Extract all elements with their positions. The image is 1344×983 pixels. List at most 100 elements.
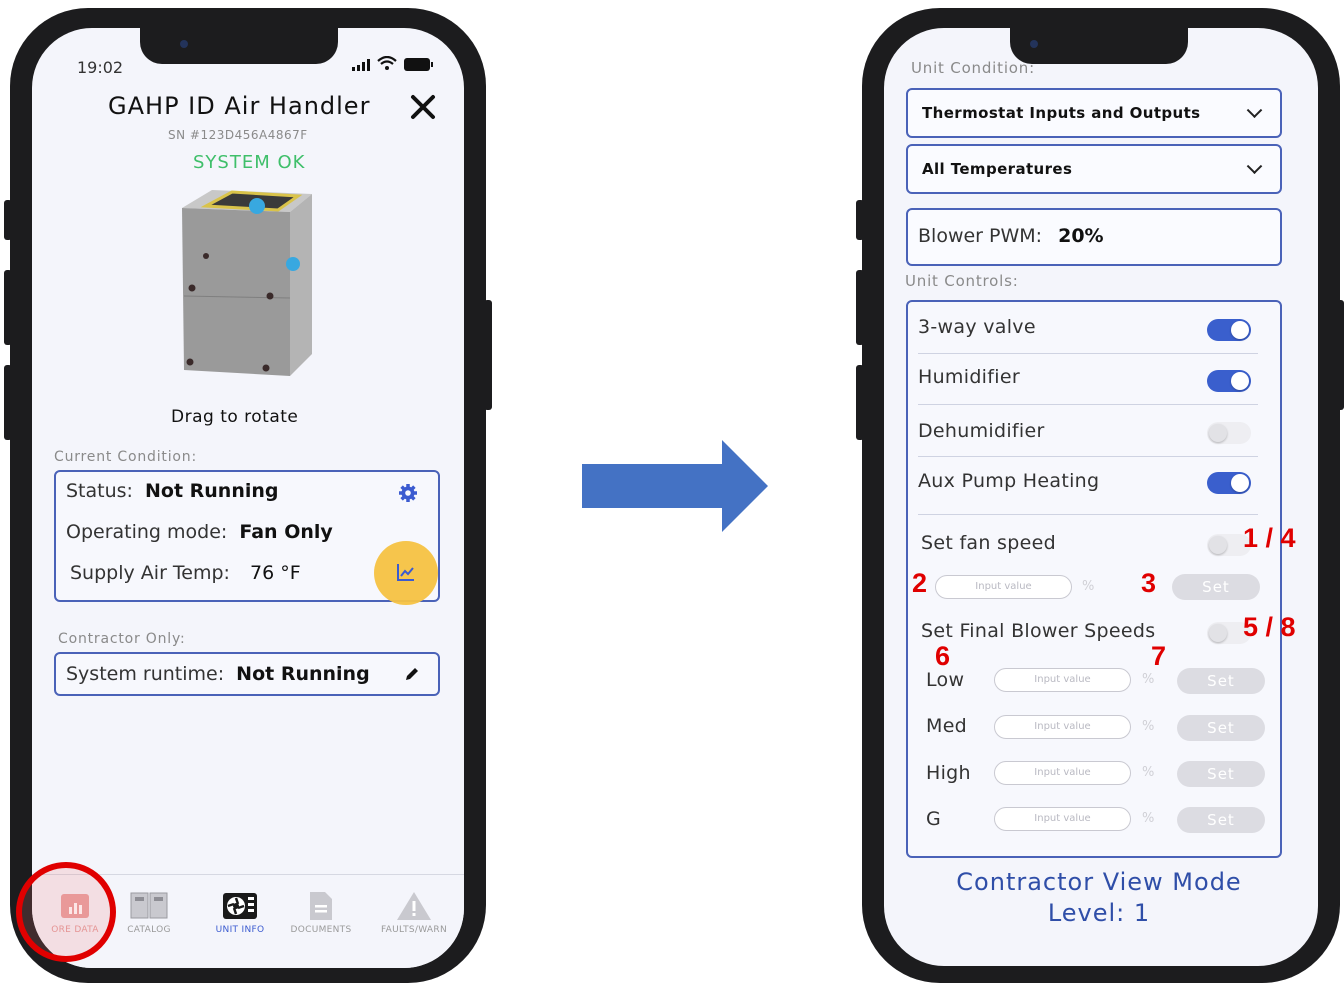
blower-pwm-value: 20% — [1058, 225, 1104, 247]
operating-mode-label: Operating mode: — [66, 521, 228, 543]
toggle-knob — [1231, 474, 1249, 492]
serial-number: SN #123D456A4867F — [168, 128, 308, 142]
supply-air-label: Supply Air Temp: — [70, 562, 230, 584]
current-condition-label: Current Condition: — [54, 449, 197, 465]
percent-sign: % — [1082, 579, 1095, 594]
status-label: Status: — [66, 480, 133, 502]
right-phone-screen: Unit Condition: Thermostat Inputs and Ou… — [884, 28, 1318, 966]
med-speed-set-button[interactable]: Set — [1177, 715, 1265, 741]
blower-pwm-label: Blower PWM: — [918, 225, 1043, 247]
left-phone-side-button — [4, 270, 12, 345]
toggle-label: Dehumidifier — [918, 420, 1045, 442]
system-status: SYSTEM OK — [193, 152, 306, 173]
tab-faults-warnings[interactable]: FAULTS/WARN — [370, 891, 458, 935]
speed-row-label: Low — [926, 669, 965, 691]
unit-controls-card: 3-way valve Humidifier Dehumidifier Aux … — [906, 300, 1282, 858]
high-speed-input[interactable]: Input value — [994, 761, 1131, 785]
low-speed-set-button[interactable]: Set — [1177, 668, 1265, 694]
document-icon — [310, 892, 332, 920]
tab-label: DOCUMENTS — [290, 925, 352, 935]
toggle-label: Humidifier — [918, 366, 1020, 388]
g-speed-input[interactable]: Input value — [994, 807, 1131, 831]
contractor-card: System runtime: Not Running — [54, 652, 440, 696]
status-time: 19:02 — [77, 58, 124, 77]
aux-pump-heating-toggle[interactable] — [1207, 472, 1251, 494]
high-speed-set-button[interactable]: Set — [1177, 761, 1265, 787]
signal-icon — [352, 59, 370, 71]
annotation-5-8: 5 / 8 — [1243, 612, 1296, 642]
gear-icon[interactable] — [398, 483, 418, 503]
close-icon[interactable] — [410, 94, 436, 120]
left-phone-side-button — [4, 200, 12, 240]
access-level: Level: 1 — [1047, 899, 1151, 927]
right-phone-side-button — [856, 365, 864, 440]
notch — [140, 28, 338, 64]
notch — [1010, 28, 1188, 64]
page-title: GAHP ID Air Handler — [108, 92, 371, 120]
divider — [918, 456, 1258, 457]
highlight-circle — [16, 862, 116, 962]
toggle-knob — [1231, 372, 1249, 390]
condition-select-1[interactable]: Thermostat Inputs and Outputs — [906, 88, 1282, 138]
tab-catalog[interactable]: CATALOG — [109, 891, 189, 935]
three-way-valve-toggle[interactable] — [1207, 319, 1251, 341]
condition-select-1-value: Thermostat Inputs and Outputs — [922, 104, 1201, 122]
low-speed-input[interactable]: Input value — [994, 668, 1131, 692]
runtime-value: Not Running — [236, 663, 370, 685]
unit-controls-label: Unit Controls: — [905, 272, 1019, 290]
set-fan-speed-label: Set fan speed — [921, 532, 1056, 554]
toggle-knob — [1209, 624, 1227, 642]
blower-pwm-box: Blower PWM: 20% — [906, 208, 1282, 266]
right-phone-side-button — [856, 200, 864, 240]
air-handler-3d-model[interactable] — [172, 178, 332, 393]
left-phone-screen: 19:02 GAHP ID Air Handler SN #123D456A48… — [32, 28, 464, 968]
toggle-knob — [1209, 536, 1227, 554]
unit-condition-label: Unit Condition: — [911, 59, 1035, 77]
speed-row-label: High — [926, 762, 971, 784]
right-phone-side-button — [856, 270, 864, 345]
chevron-down-icon — [1246, 102, 1263, 119]
tab-label: UNIT INFO — [215, 925, 265, 935]
med-speed-input[interactable]: Input value — [994, 715, 1131, 739]
current-condition-card: Status: Not Running Operating mode: Fan … — [54, 470, 440, 605]
tab-unit-info[interactable]: UNIT INFO — [200, 891, 280, 935]
fan-speed-input[interactable]: Input value — [935, 575, 1072, 599]
humidifier-toggle[interactable] — [1207, 370, 1251, 392]
supply-air-row: Supply Air Temp: 76 °F — [70, 562, 301, 584]
annotation-6: 6 — [935, 641, 951, 671]
percent-sign: % — [1142, 811, 1155, 826]
right-phone: Unit Condition: Thermostat Inputs and Ou… — [862, 8, 1340, 983]
percent-sign: % — [1142, 672, 1155, 687]
contractor-view-mode: Contractor View Mode — [956, 868, 1242, 896]
book-icon — [130, 892, 168, 919]
condition-select-2[interactable]: All Temperatures — [906, 144, 1282, 194]
g-speed-set-button[interactable]: Set — [1177, 807, 1265, 833]
front-camera-icon — [1030, 40, 1038, 48]
toggle-knob — [1209, 424, 1227, 442]
speed-row-label: G — [926, 808, 942, 830]
toggle-knob — [1231, 321, 1249, 339]
contractor-only-label: Contractor Only: — [58, 631, 186, 647]
dehumidifier-toggle[interactable] — [1207, 422, 1251, 444]
status-value: Not Running — [145, 480, 279, 502]
runtime-row: System runtime: Not Running — [66, 663, 370, 685]
percent-sign: % — [1142, 719, 1155, 734]
front-camera-icon — [180, 40, 188, 48]
left-phone-side-button — [4, 365, 12, 440]
status-row: Status: Not Running — [66, 480, 279, 502]
fan-unit-icon — [223, 893, 257, 919]
left-phone: 19:02 GAHP ID Air Handler SN #123D456A48… — [10, 8, 486, 983]
percent-sign: % — [1142, 765, 1155, 780]
tab-documents[interactable]: DOCUMENTS — [280, 891, 362, 935]
wifi-icon — [377, 56, 397, 70]
runtime-label: System runtime: — [66, 663, 225, 685]
divider — [918, 353, 1258, 354]
fan-speed-set-button[interactable]: Set — [1172, 574, 1260, 600]
divider — [918, 404, 1258, 405]
set-final-blower-speeds-label: Set Final Blower Speeds — [921, 620, 1156, 642]
toggle-label: 3-way valve — [918, 316, 1036, 338]
edit-icon[interactable] — [404, 666, 420, 682]
operating-mode-row: Operating mode: Fan Only — [66, 521, 333, 543]
chevron-down-icon — [1246, 158, 1263, 175]
left-phone-power-button — [484, 300, 492, 410]
